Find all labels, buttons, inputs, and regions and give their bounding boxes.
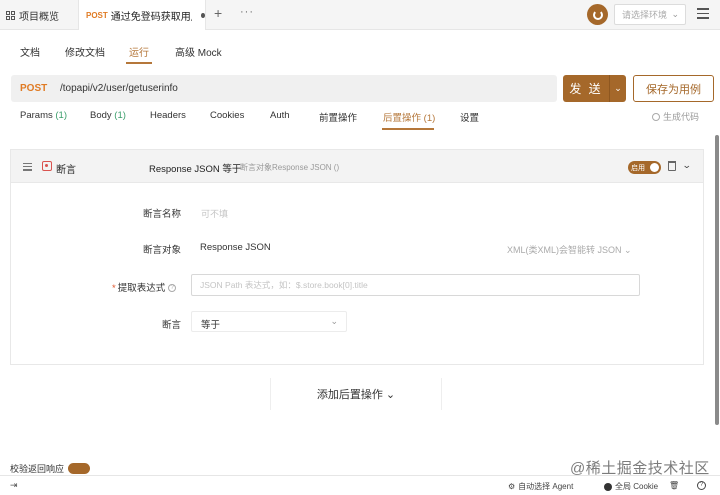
drag-handle-icon[interactable] [23, 163, 32, 173]
global-cookie-button[interactable]: 全局 Cookie [604, 481, 658, 492]
tab-pre-ops[interactable]: 前置操作 [319, 110, 357, 124]
assertion-summary: Response JSON 等于 [149, 164, 242, 175]
generate-code-button[interactable]: 生成代码 [652, 110, 699, 123]
trash-icon[interactable] [668, 161, 676, 171]
name-label: 断言名称 [143, 209, 182, 220]
send-options-chevron-icon[interactable]: ⌄ [610, 83, 626, 94]
help-button[interactable]: ? [697, 481, 706, 490]
subnav-docs[interactable]: 文档 [20, 44, 40, 59]
target-select[interactable]: Response JSON [200, 242, 271, 253]
send-label: 发 送 [569, 82, 603, 96]
chevron-down-icon[interactable]: ⌄ [682, 160, 692, 171]
request-tabs: Params (1) Body (1) Headers Cookies Auth… [0, 104, 720, 130]
add-post-operation-button[interactable]: 添加后置操作 ⌄ [270, 378, 442, 410]
enable-label: 启用 [631, 164, 645, 172]
tab-headers[interactable]: Headers [150, 110, 186, 121]
req-tab-active-indicator [382, 128, 434, 130]
status-bar: ⇥ ⚙ 自动选择 Agent 全局 Cookie 🗑 ? [0, 475, 720, 495]
target-hint: XML(类XML)会智能转 JSON ⌄ [507, 245, 632, 255]
environment-select[interactable]: 请选择环境 ⌄ [614, 4, 686, 25]
send-button[interactable]: 发 送 ⌄ [563, 75, 626, 102]
subnav-edit-docs[interactable]: 修改文档 [65, 44, 105, 59]
more-tabs-button[interactable]: ··· [240, 6, 254, 18]
assertion-panel: 断言 Response JSON 等于 断言对象Response JSON ()… [10, 149, 704, 365]
env-placeholder: 请选择环境 [622, 10, 668, 20]
chevron-down-icon: ⌄ [671, 9, 679, 19]
url-input[interactable]: /topapi/v2/user/getuserinfo [60, 83, 178, 94]
cookie-icon [604, 482, 612, 491]
tab-active-request[interactable]: POST 通过免登码获取用户 [78, 0, 206, 30]
tab-params[interactable]: Params (1) [20, 110, 67, 121]
delete-icon[interactable]: 🗑 [669, 481, 679, 490]
tab-auth[interactable]: Auth [270, 110, 290, 121]
enable-toggle[interactable]: 启用 [628, 161, 661, 174]
tab-project-overview[interactable]: 项目概览 [6, 8, 59, 23]
agent-select[interactable]: ⚙ 自动选择 Agent [508, 481, 573, 492]
tab-bar: 项目概览 POST 通过免登码获取用户 + ··· 请选择环境 ⌄ [0, 0, 720, 30]
http-method[interactable]: POST [20, 83, 60, 94]
sub-nav: 文档 修改文档 运行 高级 Mock [0, 36, 720, 64]
tab-cookies[interactable]: Cookies [210, 110, 244, 121]
op-value: 等于 [201, 320, 221, 331]
subnav-active-indicator [126, 62, 152, 64]
save-as-case-button[interactable]: 保存为用例 [633, 75, 714, 102]
tab-body[interactable]: Body (1) [90, 110, 126, 121]
extract-expression-input[interactable]: JSON Path 表达式，如：$.store.book[0].title [191, 274, 640, 296]
help-icon: ? [168, 284, 177, 293]
chevron-down-icon: ⌄ [330, 316, 338, 326]
tab-settings[interactable]: 设置 [460, 110, 479, 124]
assertion-icon [42, 161, 52, 171]
assertion-title: 断言 [56, 165, 76, 176]
menu-icon[interactable] [697, 8, 709, 22]
assertion-name-input[interactable]: 可不填 [201, 207, 228, 220]
op-label: 断言 [162, 320, 182, 331]
new-tab-button[interactable]: + [214, 5, 222, 21]
subnav-run[interactable]: 运行 [129, 44, 149, 59]
assertion-sub: 断言对象Response JSON () [240, 163, 340, 172]
help-icon: ? [697, 481, 706, 490]
sync-button[interactable] [587, 4, 608, 25]
scrollbar-thumb[interactable] [715, 135, 719, 425]
grid-icon [6, 11, 15, 20]
subnav-advanced-mock[interactable]: 高级 Mock [175, 44, 222, 59]
validate-response-row: 校验返回响应 [10, 462, 91, 475]
tab-method: POST [86, 10, 108, 20]
assertion-header[interactable]: 断言 Response JSON 等于 断言对象Response JSON ()… [11, 150, 703, 183]
validate-response-label: 校验返回响应 [10, 464, 65, 474]
assertion-operator-select[interactable]: 等于 ⌄ [191, 311, 347, 332]
tab-post-ops[interactable]: 后置操作 (1) [383, 110, 435, 124]
agent-icon: ⚙ [508, 482, 516, 491]
collapse-sidebar-icon[interactable]: ⇥ [10, 480, 18, 491]
gear-icon [652, 112, 660, 121]
tab-title: 通过免登码获取用户 [110, 11, 192, 23]
url-bar[interactable]: POST /topapi/v2/user/getuserinfo [11, 75, 557, 102]
refresh-icon [592, 9, 603, 20]
gen-code-label: 生成代码 [663, 112, 700, 122]
target-label: 断言对象 [143, 245, 182, 256]
validate-response-toggle[interactable] [68, 463, 91, 474]
unsaved-dot-icon[interactable] [200, 12, 205, 18]
tab-overview-label: 项目概览 [19, 12, 59, 23]
expr-label: * 提取表达式? [112, 280, 177, 294]
